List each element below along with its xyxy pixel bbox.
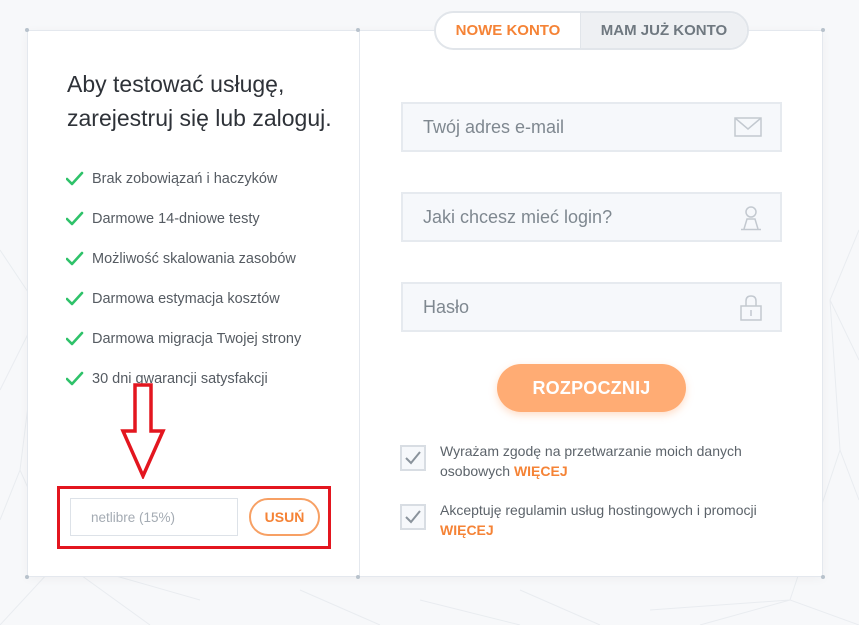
login-field[interactable]: Jaki chcesz mieć login? — [401, 192, 782, 242]
list-item: 30 dni gwarancji satysfakcji — [66, 359, 301, 399]
list-item: Darmowa migracja Twojej strony — [66, 319, 301, 359]
account-tabs: NOWE KONTO MAM JUŻ KONTO — [434, 11, 749, 50]
password-placeholder: Hasło — [423, 296, 470, 317]
promo-code-field[interactable]: netlibre (15%) — [70, 498, 238, 536]
consent-terms: Akceptuję regulamin usług hostingowych i… — [400, 502, 780, 540]
start-button[interactable]: ROZPOCZNIJ — [497, 364, 686, 412]
feature-text: 30 dni gwarancji satysfakcji — [92, 371, 268, 387]
page-title: Aby testować usługę, zarejestruj się lub… — [67, 71, 332, 131]
email-field[interactable]: Twój adres e-mail — [401, 102, 782, 152]
check-icon — [66, 251, 84, 266]
check-icon — [66, 331, 84, 346]
promo-code-highlight: netlibre (15%) USUŃ — [57, 486, 331, 549]
feature-text: Darmowa migracja Twojej strony — [92, 331, 302, 347]
feature-text: Możliwość skalowania zasobów — [92, 251, 296, 267]
envelope-icon — [734, 117, 762, 137]
list-item: Darmowe 14-dniowe testy — [66, 199, 301, 239]
terms-text: Akceptuję regulamin usług hostingowych i… — [440, 500, 757, 540]
feature-text: Darmowe 14-dniowe testy — [92, 211, 260, 227]
more-link[interactable]: WIĘCEJ — [514, 463, 568, 479]
password-field[interactable]: Hasło — [401, 282, 782, 332]
benefits-panel: Aby testować usługę, zarejestruj się lub… — [28, 31, 360, 576]
corner-dot — [25, 28, 29, 32]
corner-dot — [25, 575, 29, 579]
check-icon — [66, 291, 84, 306]
terms-checkbox[interactable] — [400, 504, 426, 530]
check-icon — [66, 211, 84, 226]
feature-text: Darmowa estymacja kosztów — [92, 291, 280, 307]
terms-label: Akceptuję regulamin usług hostingowych i… — [440, 502, 757, 518]
checkmark-icon — [405, 510, 421, 524]
consent-text: Wyrażam zgodę na przetwarzanie moich dan… — [440, 441, 780, 481]
consent-label: Wyrażam zgodę na przetwarzanie moich dan… — [440, 443, 742, 479]
corner-dot — [821, 575, 825, 579]
list-item: Brak zobowiązań i haczyków — [66, 159, 301, 199]
corner-dot — [821, 28, 825, 32]
check-icon — [66, 171, 84, 186]
login-placeholder: Jaki chcesz mieć login? — [423, 206, 613, 227]
consent-data-processing: Wyrażam zgodę na przetwarzanie moich dan… — [400, 443, 780, 481]
form-panel: Twój adres e-mail Jaki chcesz mieć login… — [360, 31, 822, 576]
consent-checkbox[interactable] — [400, 445, 426, 471]
corner-dot — [356, 28, 360, 32]
email-placeholder: Twój adres e-mail — [423, 116, 565, 137]
corner-dot — [356, 575, 360, 579]
remove-promo-button[interactable]: USUŃ — [249, 498, 320, 536]
feature-list: Brak zobowiązań i haczyków Darmowe 14-dn… — [66, 159, 301, 399]
tab-existing-account[interactable]: MAM JUŻ KONTO — [581, 13, 747, 48]
down-arrow-annotation — [120, 383, 166, 479]
registration-card: Aby testować usługę, zarejestruj się lub… — [27, 30, 823, 577]
user-icon — [741, 206, 761, 231]
tab-new-account[interactable]: NOWE KONTO — [436, 13, 581, 48]
check-icon — [66, 371, 84, 386]
checkmark-icon — [405, 451, 421, 465]
more-link[interactable]: WIĘCEJ — [440, 522, 494, 538]
list-item: Możliwość skalowania zasobów — [66, 239, 301, 279]
feature-text: Brak zobowiązań i haczyków — [92, 171, 278, 187]
list-item: Darmowa estymacja kosztów — [66, 279, 301, 319]
lock-icon — [740, 295, 762, 321]
